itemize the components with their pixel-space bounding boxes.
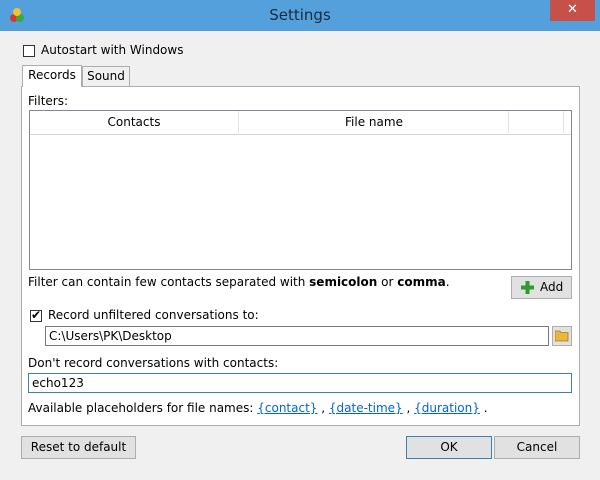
plus-icon (521, 281, 534, 294)
dont-record-contacts-field[interactable]: echo123 (28, 373, 572, 393)
record-path-field[interactable]: C:\Users\PK\Desktop (45, 326, 549, 346)
placeholder-date-time-link[interactable]: {date-time} (329, 401, 403, 415)
reset-to-default-button[interactable]: Reset to default (21, 436, 136, 459)
column-header-file-name[interactable]: File name (239, 115, 509, 129)
cancel-button[interactable]: Cancel (494, 436, 580, 459)
filters-table-header: Contacts File name (30, 111, 571, 135)
placeholder-duration-link[interactable]: {duration} (414, 401, 480, 415)
close-button[interactable]: ✕ (550, 0, 595, 21)
placeholders-label: Available placeholders for file names: (28, 401, 258, 415)
autostart-label: Autostart with Windows (41, 43, 184, 57)
ok-button[interactable]: OK (406, 436, 492, 459)
tab-sound-label: Sound (87, 69, 125, 83)
window-title: Settings (269, 6, 331, 24)
add-filter-label: Add (540, 280, 564, 294)
reset-label: Reset to default (30, 440, 127, 454)
filter-hint: Filter can contain few contacts separate… (28, 275, 450, 289)
tab-records-label: Records (28, 68, 76, 82)
filters-label: Filters: (28, 94, 69, 108)
column-separator[interactable] (508, 111, 509, 133)
column-header-contacts[interactable]: Contacts (30, 115, 238, 129)
filter-hint-or: or (377, 275, 398, 289)
placeholder-contact-link[interactable]: {contact} (257, 401, 317, 415)
filter-hint-semicolon: semicolon (309, 275, 378, 289)
tab-records[interactable]: Records (22, 65, 82, 87)
folder-icon (555, 330, 569, 342)
ok-label: OK (440, 440, 458, 454)
dont-record-label: Don't record conversations with contacts… (28, 356, 279, 370)
record-unfiltered-label: Record unfiltered conversations to: (48, 308, 259, 322)
placeholder-separator: , (317, 401, 329, 415)
autostart-checkbox[interactable] (23, 45, 35, 57)
checkmark-icon: ✔ (31, 308, 42, 322)
close-icon: ✕ (567, 2, 578, 17)
filters-table[interactable]: Contacts File name (29, 110, 572, 270)
placeholder-separator: , (402, 401, 415, 415)
column-separator (563, 111, 564, 133)
filter-hint-suffix: . (445, 275, 450, 289)
filter-hint-prefix: Filter can contain few contacts separate… (28, 275, 310, 289)
cancel-label: Cancel (516, 440, 558, 454)
add-filter-button[interactable]: Add (511, 276, 572, 299)
placeholders-line: Available placeholders for file names: {… (28, 401, 488, 415)
placeholder-end: . (479, 401, 488, 415)
tab-sound[interactable]: Sound (82, 66, 130, 86)
record-unfiltered-checkbox[interactable]: ✔ (30, 308, 42, 322)
browse-folder-button[interactable] (552, 326, 572, 346)
filter-hint-comma: comma (397, 275, 446, 289)
title-bar: Settings ✕ (0, 0, 600, 31)
